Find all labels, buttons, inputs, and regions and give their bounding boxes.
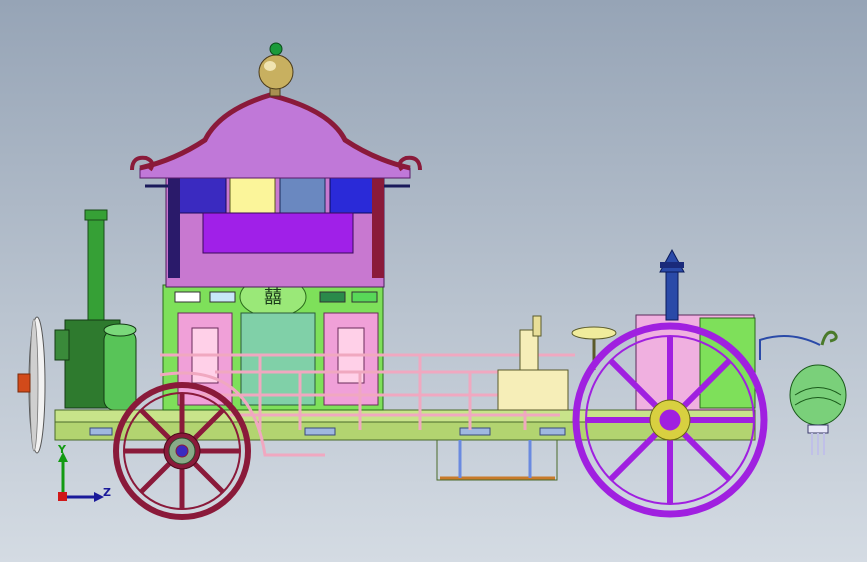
svg-text:囍: 囍 [264, 287, 282, 308]
roof-finial [258, 42, 294, 97]
flywheel [17, 316, 46, 454]
coordinate-triad [58, 452, 104, 502]
lantern [759, 330, 847, 455]
cabin-upper [165, 174, 385, 288]
cad-viewport[interactable]: 囍 Y Z [0, 0, 867, 562]
carriage-3d-model[interactable]: 囍 [0, 0, 867, 562]
steam-boiler [54, 209, 137, 411]
axis-y-label: Y [58, 443, 66, 456]
cabin-base: 囍 [162, 276, 384, 411]
axis-z-label: Z [103, 486, 111, 499]
x-axis-origin [58, 492, 67, 501]
pagoda-roof [130, 92, 422, 188]
rear-wheel [113, 382, 251, 520]
front-wheel [572, 322, 768, 518]
